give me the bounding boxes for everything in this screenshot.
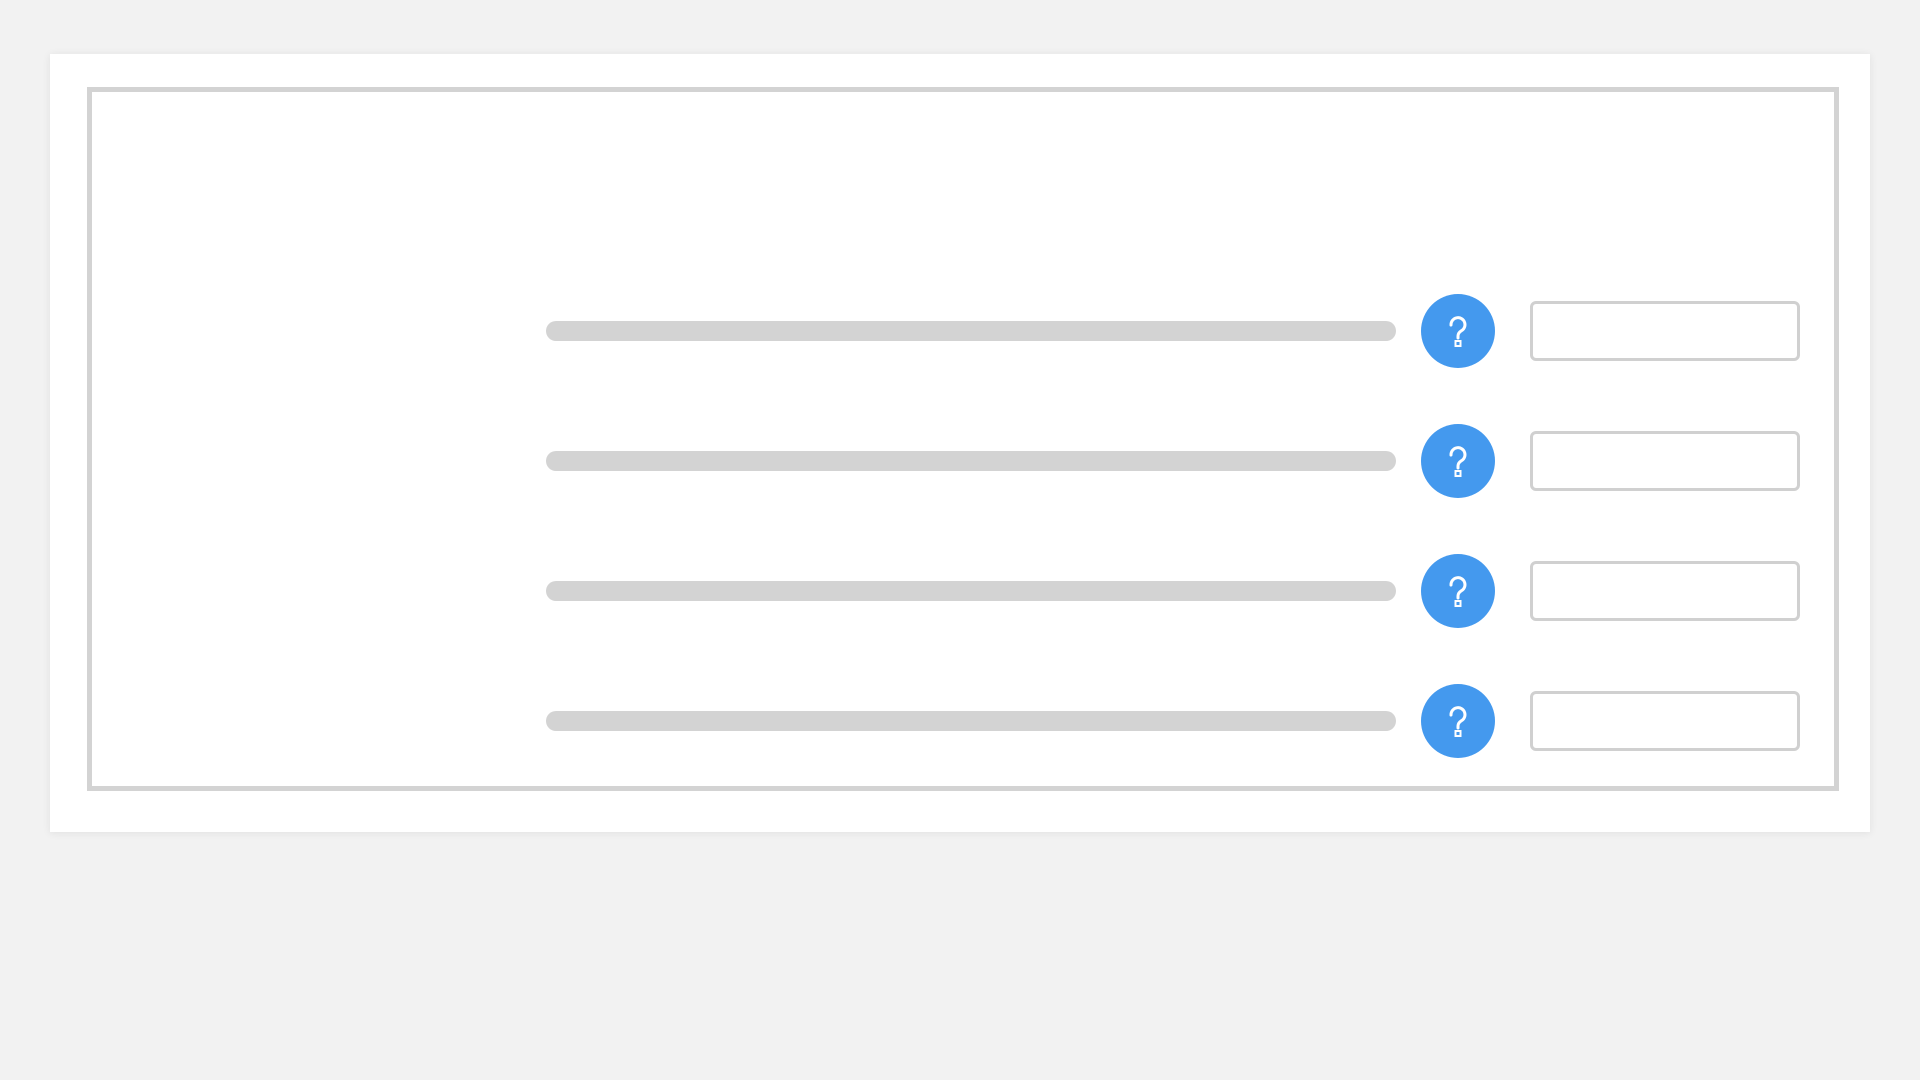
answer-input[interactable] (1530, 691, 1800, 751)
label-placeholder-bar (546, 321, 1396, 341)
help-button[interactable] (1421, 684, 1495, 758)
form-row (92, 681, 1834, 761)
form-row (92, 421, 1834, 501)
form-row (92, 551, 1834, 631)
answer-input[interactable] (1530, 431, 1800, 491)
label-placeholder-bar (546, 581, 1396, 601)
content-frame (87, 87, 1839, 791)
help-button[interactable] (1421, 554, 1495, 628)
question-mark-icon (1449, 576, 1467, 607)
answer-input[interactable] (1530, 561, 1800, 621)
question-mark-icon (1449, 316, 1467, 347)
question-mark-icon (1449, 706, 1467, 737)
question-mark-icon (1449, 446, 1467, 477)
label-placeholder-bar (546, 451, 1396, 471)
main-card (50, 54, 1870, 832)
answer-input[interactable] (1530, 301, 1800, 361)
form-row (92, 291, 1834, 371)
help-button[interactable] (1421, 424, 1495, 498)
label-placeholder-bar (546, 711, 1396, 731)
help-button[interactable] (1421, 294, 1495, 368)
